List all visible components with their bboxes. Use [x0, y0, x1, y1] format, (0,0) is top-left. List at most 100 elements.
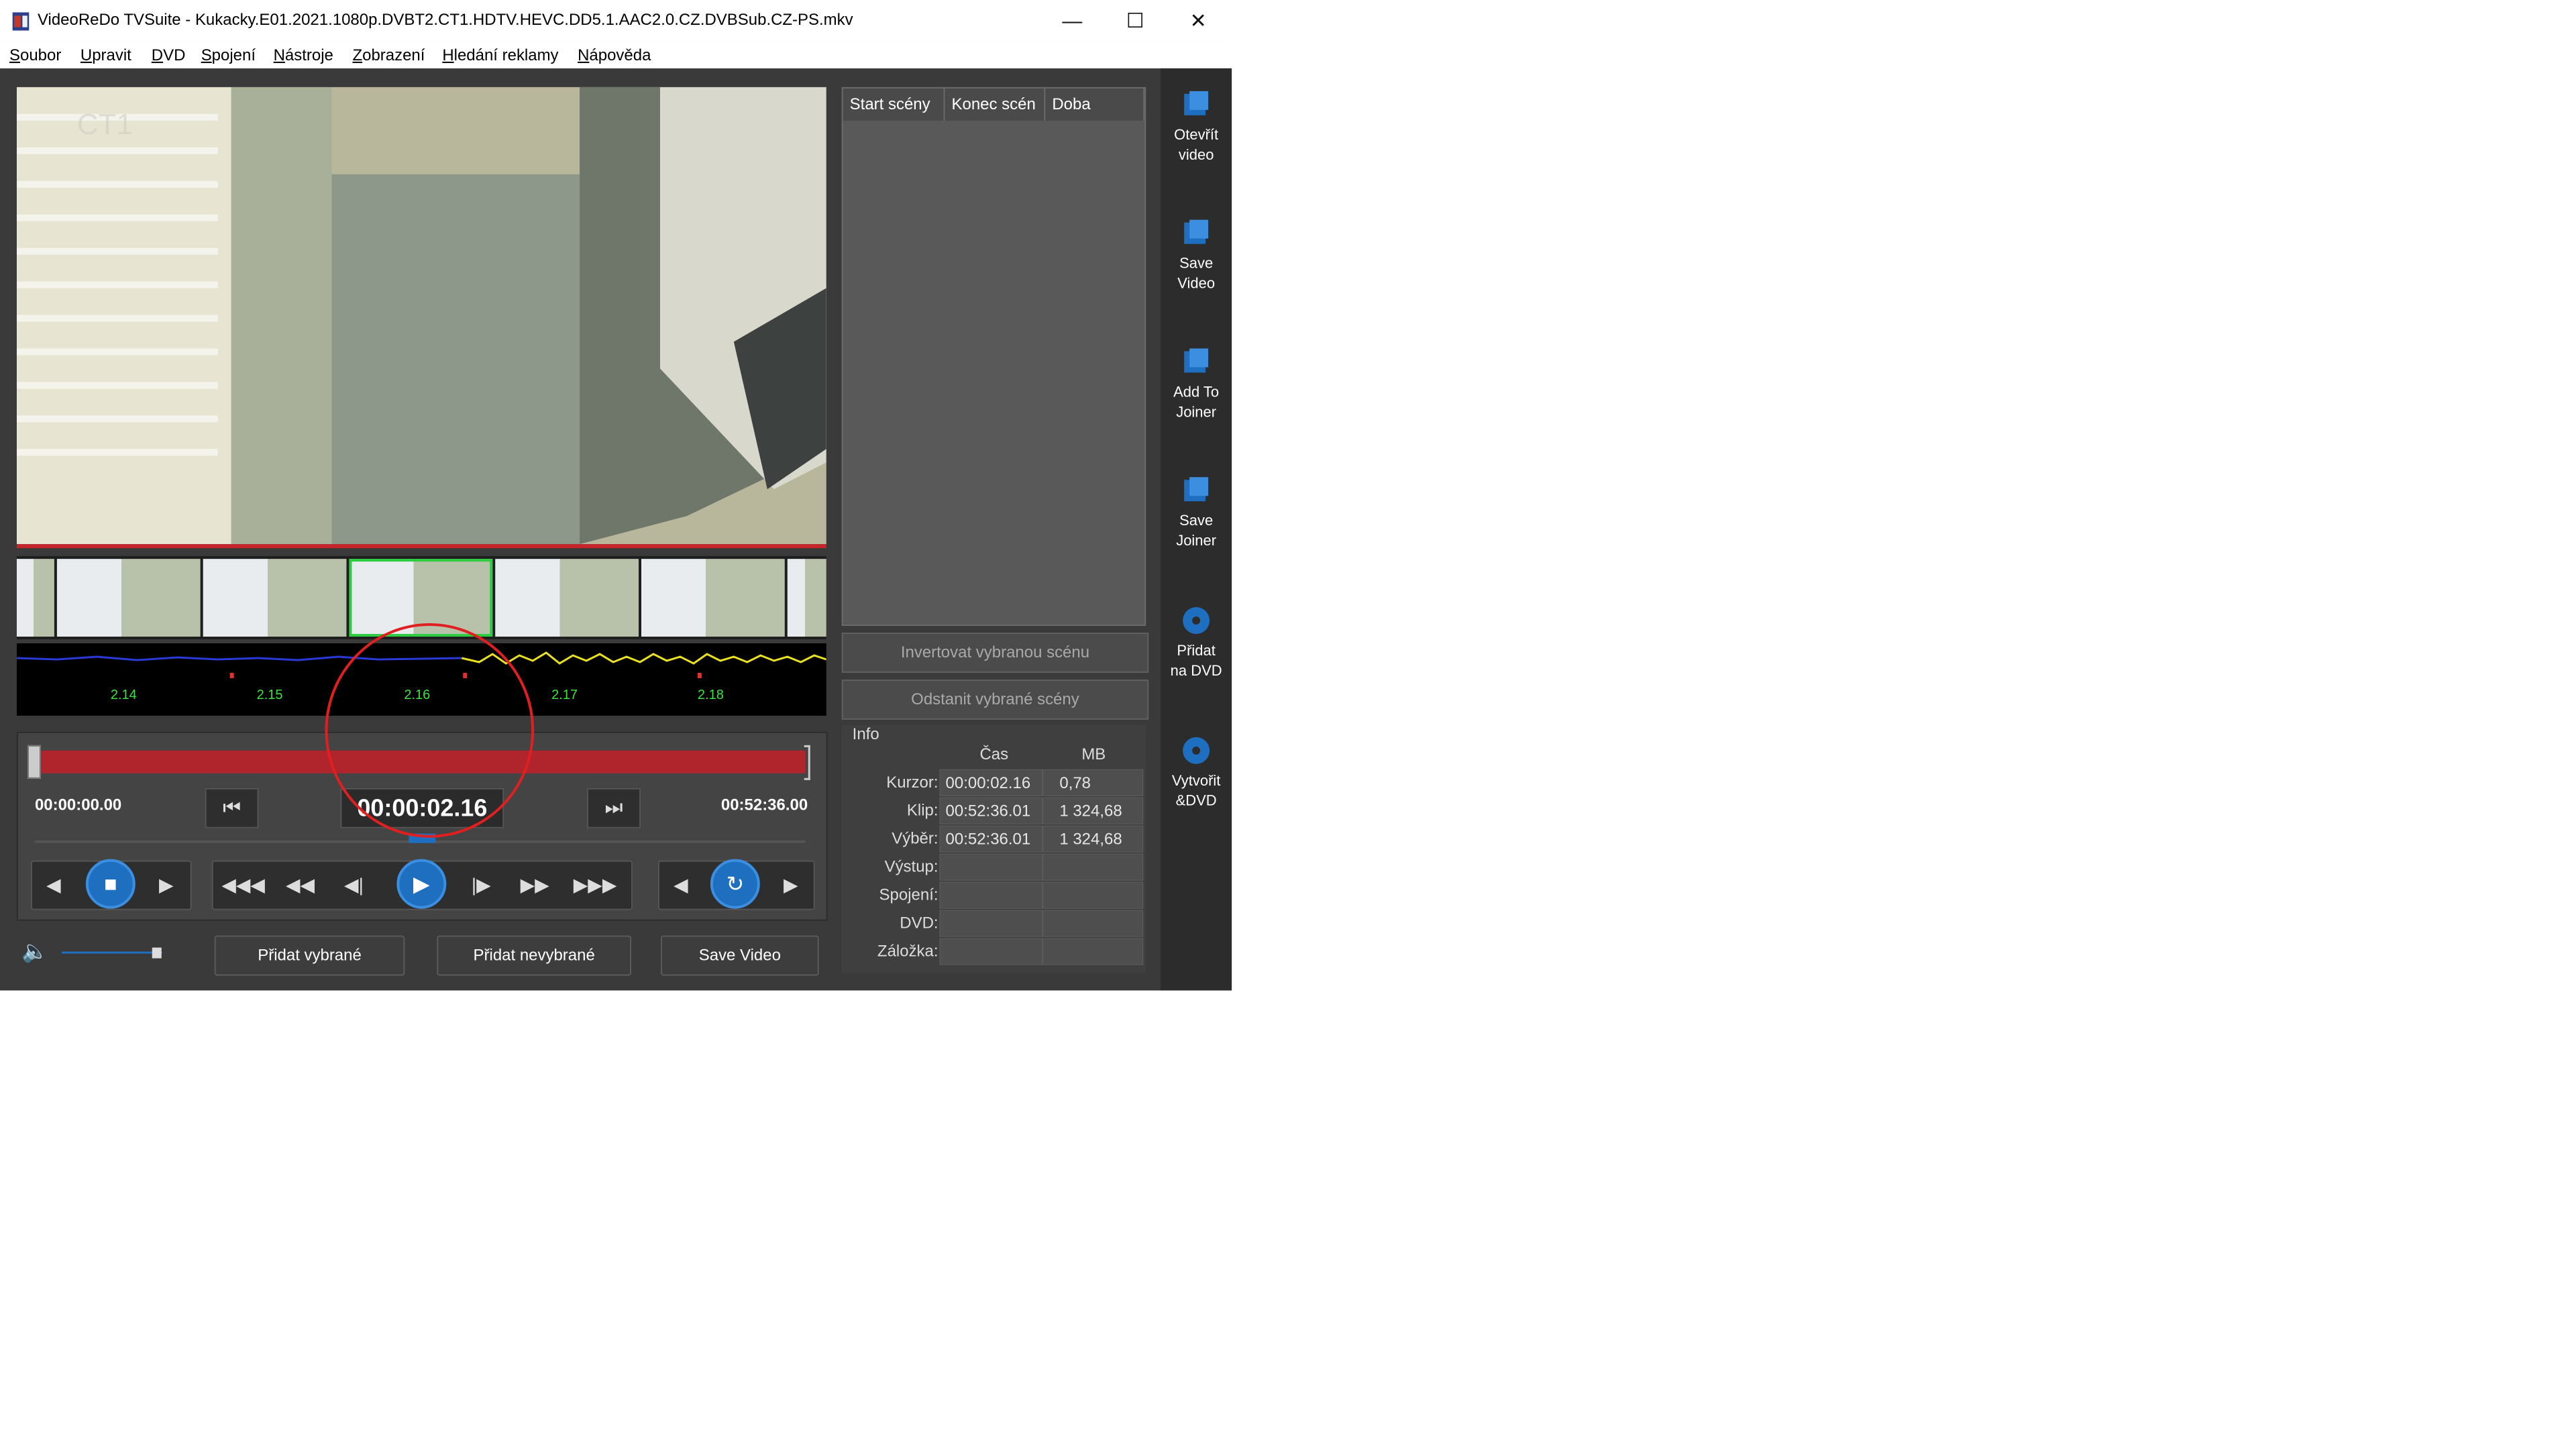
triangle-left-icon: ◀ [674, 874, 688, 896]
step-back-icon: ◀| [344, 874, 364, 896]
add-to-joiner-button[interactable]: Add To Joiner [1161, 345, 1232, 422]
skip-end-icon: ⏭ [604, 796, 623, 819]
open-video-icon [1184, 91, 1209, 115]
rewind-button[interactable]: ◀◀ [280, 869, 321, 902]
go-to-start-button[interactable]: ⏮ [205, 788, 259, 828]
action-sidebar: Otevřít video Save Video Add To Joiner S… [1161, 68, 1232, 991]
save-joiner-button[interactable]: Save Joiner [1161, 474, 1232, 551]
menu-dvd[interactable]: DVD [152, 46, 186, 65]
app-window: VideoReDo TVSuite - Kukacky.E01.2021.108… [0, 0, 1232, 991]
scene-list-header[interactable]: Konec scén [945, 88, 1046, 121]
menu-spojeni[interactable]: Spojení [201, 46, 256, 65]
sidebar-label: Vytvořit [1171, 771, 1221, 789]
step-forward-button[interactable]: |▶ [461, 869, 501, 902]
loop-button[interactable]: ↻ [710, 859, 760, 909]
title-bar: VideoReDo TVSuite - Kukacky.E01.2021.108… [0, 0, 1232, 44]
step-back-button[interactable]: ◀| [333, 869, 374, 902]
menu-upravit[interactable]: Upravit [80, 46, 131, 65]
menu-soubor[interactable]: Soubor [9, 46, 61, 65]
thumbnail[interactable] [495, 559, 639, 637]
info-mb-cell [1042, 938, 1144, 965]
prev-loop-button[interactable]: ◀ [667, 869, 694, 902]
info-time-cell: 00:00:02.16 [939, 769, 1043, 796]
menu-napoveda[interactable]: Nápověda [578, 46, 651, 65]
thumbnail[interactable] [203, 559, 347, 637]
volume-slider[interactable] [61, 951, 162, 954]
timeline-start-time: 00:00:00.00 [34, 796, 122, 814]
info-row-label: Výstup: [884, 857, 938, 876]
play-button[interactable]: ▶ [396, 859, 447, 909]
sidebar-label: video [1178, 146, 1214, 163]
refresh-icon: ↻ [726, 871, 745, 896]
loop-group: ◀ ↻ ▶ [657, 859, 815, 910]
minimize-button[interactable]: — [1052, 5, 1092, 38]
save-video-button[interactable]: Save Video [660, 935, 819, 976]
menu-hledani-reklamy[interactable]: Hledání reklamy [442, 46, 558, 65]
scene-list-header[interactable]: Doba [1045, 88, 1145, 121]
menu-bar: Soubor Upravit DVD Spojení Nástroje Zobr… [0, 42, 1232, 68]
thumbnail[interactable] [56, 559, 201, 637]
app-icon [12, 12, 30, 31]
invert-scene-button[interactable]: Invertovat vybranou scénu [841, 633, 1149, 673]
waveform-time-label: 2.14 [110, 687, 137, 702]
triple-forward-icon: ▶▶▶ [573, 874, 617, 896]
next-loop-button[interactable]: ▶ [777, 869, 804, 902]
add-unselected-button[interactable]: Přidat nevybrané [437, 935, 632, 976]
next-mark-button[interactable]: ▶ [153, 869, 180, 902]
info-mb-cell [1042, 881, 1144, 909]
info-mb-cell [1042, 853, 1144, 881]
play-icon: ▶ [413, 871, 430, 896]
info-row-label: Kurzor: [886, 773, 938, 792]
volume-control: 🔈 [21, 938, 162, 964]
add-to-joiner-icon [1184, 348, 1209, 373]
triangle-right-icon: ▶ [784, 874, 798, 896]
scene-list-header[interactable]: Start scény [843, 88, 945, 121]
timeline-end-bracket [804, 745, 810, 780]
triple-rewind-icon: ◀◀◀ [221, 874, 265, 896]
prev-mark-button[interactable]: ◀ [40, 869, 67, 902]
save-video-side-button[interactable]: Save Video [1161, 217, 1232, 294]
fast-rewind-button[interactable]: ◀◀◀ [220, 869, 267, 902]
thumbnail[interactable] [787, 559, 826, 637]
sidebar-label: Save [1179, 254, 1214, 272]
menu-zobrazeni[interactable]: Zobrazení [352, 46, 425, 65]
info-row-label: Spojení: [879, 885, 938, 904]
fastest-forward-button[interactable]: ▶▶▶ [568, 869, 622, 902]
volume-handle[interactable] [152, 947, 162, 959]
maximize-button[interactable]: ☐ [1115, 5, 1155, 38]
info-column-header: Čas [979, 745, 1009, 763]
stop-button[interactable]: ■ [85, 859, 136, 909]
info-row-label: Výběr: [892, 829, 938, 848]
thumbnail[interactable] [16, 559, 54, 637]
close-button[interactable]: ✕ [1178, 5, 1218, 38]
rewind-icon: ◀◀ [286, 874, 315, 896]
info-row-label: DVD: [900, 914, 938, 932]
mark-group: ◀ ■ ▶ [30, 859, 192, 910]
remove-scenes-button[interactable]: Odstanit vybrané scény [841, 679, 1149, 720]
sidebar-label: Save [1179, 512, 1214, 529]
open-video-button[interactable]: Otevřít video [1161, 89, 1232, 165]
add-to-dvd-button[interactable]: Přidat na DVD [1161, 604, 1232, 681]
fast-forward-icon: ▶▶ [520, 874, 549, 896]
timeline-handle[interactable] [27, 745, 41, 779]
info-time-cell: 00:52:36.01 [939, 825, 1043, 853]
sidebar-label: Add To [1173, 383, 1220, 400]
triangle-left-icon: ◀ [46, 874, 61, 896]
info-mb-cell: 0,78 [1042, 769, 1144, 796]
thumbnail[interactable] [641, 559, 785, 637]
video-frame-image: CT1 [16, 87, 826, 545]
go-to-end-button[interactable]: ⏭ [587, 788, 641, 828]
info-row-label: Záložka: [877, 942, 938, 961]
info-mb-cell [1042, 910, 1144, 937]
sidebar-label: Joiner [1176, 403, 1217, 421]
triangle-right-icon: ▶ [158, 874, 174, 896]
create-dvd-button[interactable]: Vytvořit &DVD [1161, 735, 1232, 811]
waveform-time-label: 2.18 [697, 687, 724, 702]
fast-forward-button[interactable]: ▶▶ [515, 869, 555, 902]
add-selected-button[interactable]: Přidat vybrané [214, 935, 405, 976]
menu-nastroje[interactable]: Nástroje [274, 46, 333, 65]
scene-list[interactable]: Start scény Konec scén Doba [841, 87, 1146, 627]
sidebar-label: &DVD [1175, 792, 1217, 809]
info-row-label: Klip: [906, 801, 938, 820]
video-preview[interactable]: CT1 [16, 87, 826, 545]
